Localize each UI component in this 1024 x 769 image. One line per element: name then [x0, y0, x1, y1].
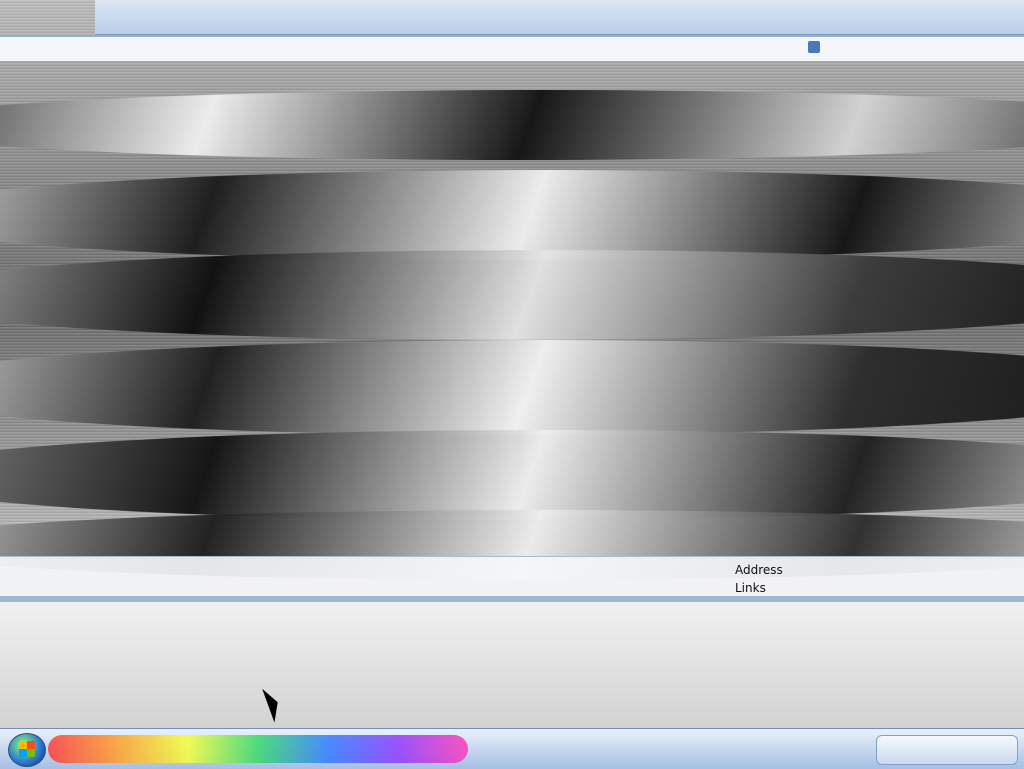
bottom-panel-labels: Address Links	[735, 561, 783, 597]
address-icon	[808, 41, 820, 53]
taskbar	[0, 728, 1024, 769]
address-strip[interactable]	[0, 36, 1024, 62]
window-top-bar	[95, 0, 1024, 35]
taskbar-strip	[48, 735, 468, 763]
glitch-wave	[0, 170, 1024, 260]
glitch-wave	[0, 250, 1024, 340]
system-tray	[876, 735, 1018, 765]
windows-logo-icon	[19, 741, 35, 757]
start-button[interactable]	[8, 733, 46, 767]
lower-area	[0, 602, 1024, 728]
glitch-wave	[0, 430, 1024, 520]
glitch-wave	[0, 90, 1024, 160]
address-label: Address	[735, 563, 783, 577]
links-label: Links	[735, 581, 766, 595]
glitch-wave	[0, 340, 1024, 435]
bottom-panel: Address Links	[0, 556, 1024, 598]
